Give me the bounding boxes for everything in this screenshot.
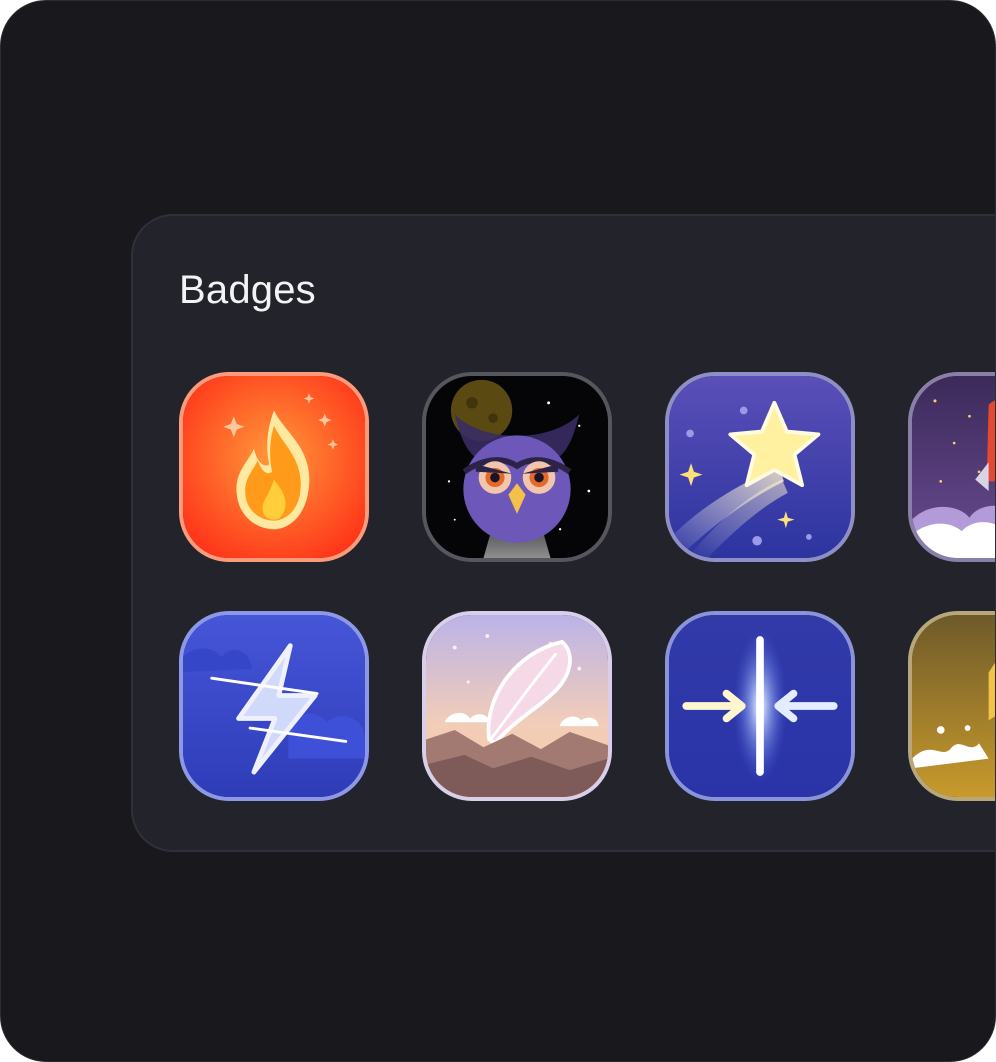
feather-icon [426,615,608,797]
badge-converge[interactable] [665,611,855,801]
badge-lightning[interactable] [179,611,369,801]
panel-title: Badges [179,268,316,312]
badge-rocket[interactable] [908,372,995,562]
badge-owl[interactable] [422,372,612,562]
converging-arrows-icon [669,615,851,797]
badge-fire[interactable] [179,372,369,562]
fire-icon [183,376,365,558]
rocket-icon [912,376,995,558]
badge-shooting-star[interactable] [665,372,855,562]
badge-feather[interactable] [422,611,612,801]
badge-splash[interactable] [908,611,995,801]
badges-panel: Badges [131,214,995,852]
splash-icon [912,615,995,797]
lightning-bolt-icon [183,615,365,797]
shooting-star-icon [669,376,851,558]
owl-icon [426,376,608,558]
app-window: Badges [0,0,996,1062]
